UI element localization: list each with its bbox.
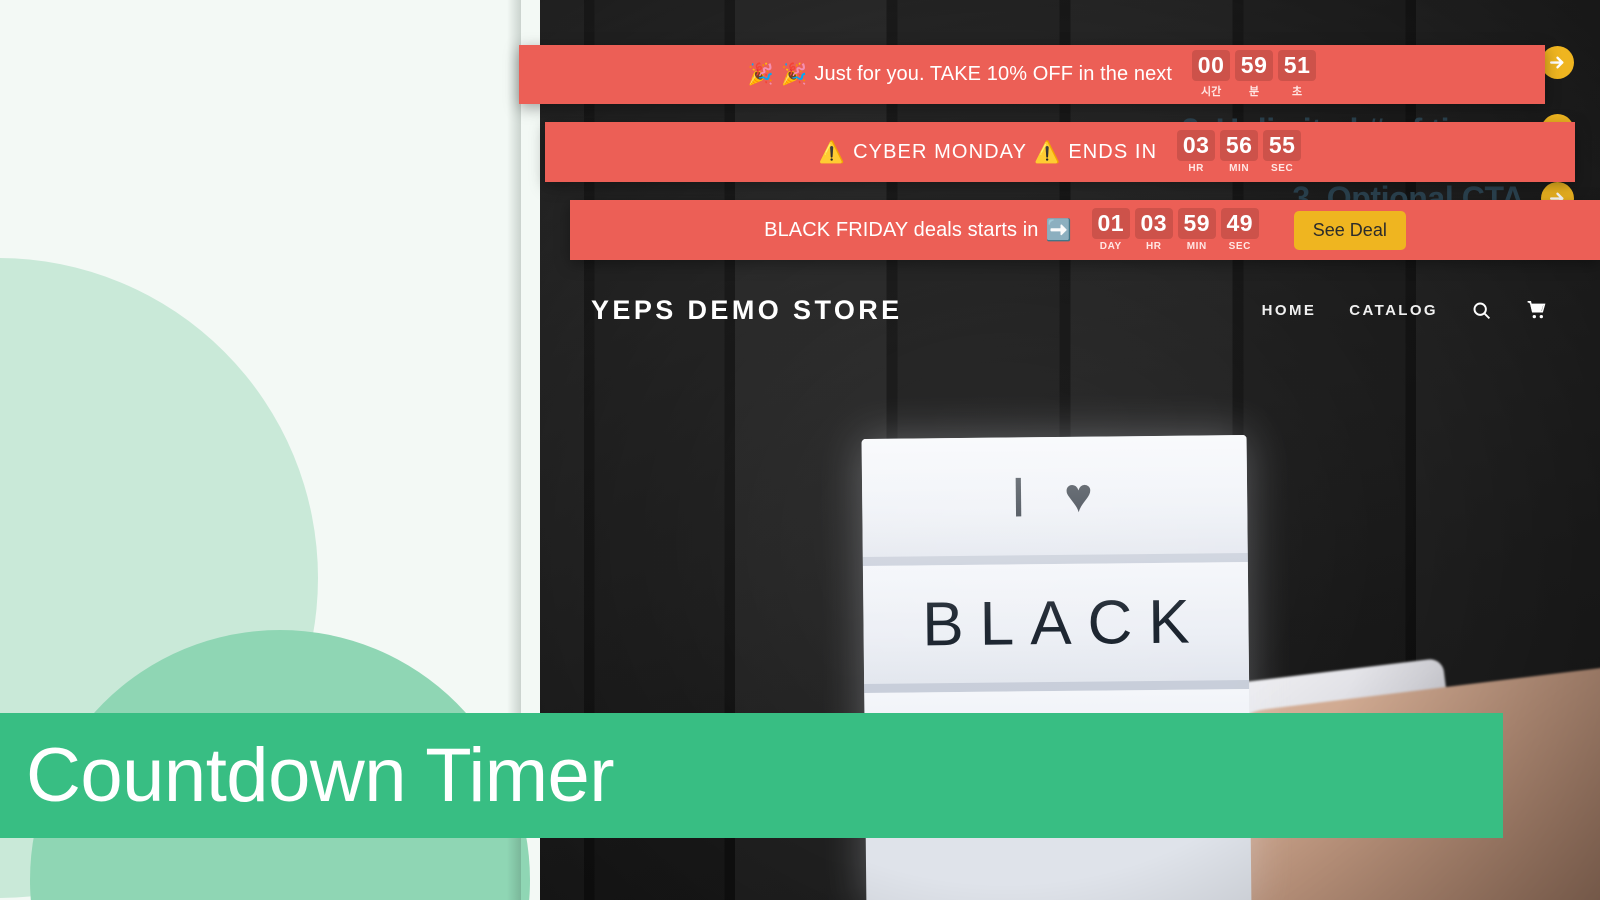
title-banner: Countdown Timer <box>0 713 1503 838</box>
timer-label: 시간 <box>1200 86 1222 98</box>
timer-label: MIN <box>1186 241 1207 252</box>
bar-message: ⚠️ CYBER MONDAY ⚠️ ENDS IN <box>819 141 1157 164</box>
bar-message: 🎉 🎉 Just for you. TAKE 10% OFF in the ne… <box>748 63 1172 86</box>
party-popper-icon-2: 🎉 <box>781 63 808 86</box>
timer-unit-minutes: 59 분 <box>1235 50 1274 99</box>
arrow-right-emoji-icon: ➡️ <box>1045 218 1072 242</box>
countdown-clock: 01 DAY 03 HR 59 MIN 49 SEC <box>1091 208 1259 252</box>
timer-label: HR <box>1188 163 1204 174</box>
timer-label: DAY <box>1099 241 1122 252</box>
timer-value: 00 <box>1192 50 1231 81</box>
timer-value: 59 <box>1177 208 1216 239</box>
bar-message-text: Just for you. TAKE 10% OFF in the next <box>814 63 1173 85</box>
bar-content: BLACK FRIDAY deals starts in ➡️ 01 DAY 0… <box>764 208 1406 252</box>
cart-icon[interactable] <box>1525 300 1548 321</box>
timer-unit-hours: 03 HR <box>1177 130 1216 174</box>
nav-link-catalog[interactable]: CATALOG <box>1349 302 1438 319</box>
bar-message-text-a: CYBER MONDAY <box>853 140 1028 163</box>
party-popper-icon: 🎉 <box>747 63 775 86</box>
timer-value: 03 <box>1134 208 1173 239</box>
countdown-clock: 03 HR 56 MIN 55 SEC <box>1177 130 1302 174</box>
timer-label: HR <box>1145 241 1162 252</box>
timer-unit-days: 01 DAY <box>1091 208 1130 252</box>
timer-label: 초 <box>1292 86 1303 98</box>
timer-unit-hours: 03 HR <box>1134 208 1173 252</box>
warning-icon-2: ⚠️ <box>1034 140 1062 164</box>
store-logo[interactable]: YEPS DEMO STORE <box>591 295 903 326</box>
timer-unit-hours: 00 시간 <box>1192 50 1231 99</box>
timer-value: 55 <box>1263 130 1302 161</box>
timer-value: 51 <box>1278 50 1317 81</box>
bar-message-text: BLACK FRIDAY deals starts in <box>764 218 1039 241</box>
timer-value: 59 <box>1235 50 1274 81</box>
timer-unit-minutes: 56 MIN <box>1220 130 1259 174</box>
bar-message-text-b: ENDS IN <box>1068 140 1158 163</box>
timer-value: 03 <box>1177 130 1216 161</box>
timer-value: 01 <box>1091 208 1130 239</box>
see-deal-button[interactable]: See Deal <box>1293 210 1406 250</box>
countdown-bar-cyber-monday[interactable]: ⚠️ CYBER MONDAY ⚠️ ENDS IN 03 HR 56 MIN … <box>545 122 1575 182</box>
store-navbar: YEPS DEMO STORE HOME CATALOG <box>519 270 1600 350</box>
warning-icon: ⚠️ <box>818 140 847 164</box>
timer-label: SEC <box>1228 241 1251 252</box>
countdown-clock: 00 시간 59 분 51 초 <box>1192 50 1317 99</box>
timer-unit-seconds: 55 SEC <box>1263 130 1302 174</box>
bar-message: BLACK FRIDAY deals starts in ➡️ <box>764 219 1072 242</box>
arrow-right-circle-icon[interactable] <box>1541 46 1574 79</box>
timer-label: MIN <box>1229 163 1250 174</box>
promo-graphic: I ♥ BLACK FRIDAY YEPS DEMO STORE HOME CA… <box>0 0 1600 900</box>
countdown-bar-korean[interactable]: 🎉 🎉 Just for you. TAKE 10% OFF in the ne… <box>519 45 1545 104</box>
store-nav-links: HOME CATALOG <box>1262 300 1548 321</box>
page-title: Countdown Timer <box>26 733 615 818</box>
timer-value: 49 <box>1220 208 1259 239</box>
countdown-bar-black-friday[interactable]: BLACK FRIDAY deals starts in ➡️ 01 DAY 0… <box>570 200 1600 260</box>
bar-content: ⚠️ CYBER MONDAY ⚠️ ENDS IN 03 HR 56 MIN … <box>819 130 1302 174</box>
timer-unit-seconds: 49 SEC <box>1220 208 1259 252</box>
timer-unit-minutes: 59 MIN <box>1177 208 1216 252</box>
timer-label: 분 <box>1249 86 1260 98</box>
timer-value: 56 <box>1220 130 1259 161</box>
search-icon[interactable] <box>1471 300 1492 321</box>
timer-unit-seconds: 51 초 <box>1278 50 1317 99</box>
bar-content: 🎉 🎉 Just for you. TAKE 10% OFF in the ne… <box>748 50 1317 99</box>
timer-label: SEC <box>1270 163 1294 174</box>
nav-link-home[interactable]: HOME <box>1262 302 1317 319</box>
